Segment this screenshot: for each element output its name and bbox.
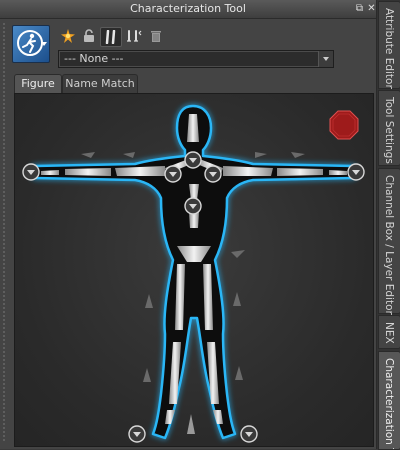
delete-button[interactable] xyxy=(146,27,166,45)
create-character-button[interactable] xyxy=(58,27,78,45)
joint-node xyxy=(184,151,202,169)
joint-node xyxy=(347,163,365,181)
full-body-button[interactable] xyxy=(100,27,122,47)
right-forearm-bone xyxy=(277,168,323,176)
character-dropdown[interactable]: --- None --- xyxy=(58,50,334,68)
tab-name-match[interactable]: Name Match xyxy=(62,74,138,93)
joint-node xyxy=(128,425,146,443)
joint-node xyxy=(22,163,40,181)
left-forearm-bone xyxy=(65,168,111,176)
close-window-icon[interactable]: ✕ xyxy=(366,3,377,14)
joint-node xyxy=(184,197,202,215)
character-dropdown-value: --- None --- xyxy=(64,52,124,65)
window-title: Characterization Tool xyxy=(130,2,246,15)
characterization-tool-window: Characterization Tool ⧉ ✕ --- None --- F… xyxy=(0,0,377,449)
lock-icon xyxy=(84,29,94,42)
side-tab-strip: ✕ Attribute Editor Tool Settings Channel… xyxy=(377,0,400,450)
title-bar[interactable]: Characterization Tool ⧉ ✕ xyxy=(0,0,376,19)
human-ik-logo-icon xyxy=(17,30,43,56)
float-window-icon[interactable]: ⧉ xyxy=(354,3,365,14)
joint-node xyxy=(164,165,182,183)
delete-icon xyxy=(151,31,161,42)
joint-node xyxy=(240,425,258,443)
full-body-icon xyxy=(105,30,116,44)
body-part-button[interactable] xyxy=(124,27,144,45)
side-tab-tool-settings[interactable]: Tool Settings xyxy=(378,90,400,166)
body-part-icon xyxy=(127,30,142,42)
panel-grip[interactable] xyxy=(2,22,7,442)
head-bone xyxy=(187,114,199,142)
logo-dropdown-caret xyxy=(41,42,47,46)
human-ik-logo-button[interactable] xyxy=(12,25,50,63)
lock-button[interactable] xyxy=(79,27,99,45)
side-tab-nex[interactable]: NEX xyxy=(378,315,400,349)
joint-node xyxy=(204,165,222,183)
side-tab-attribute-editor[interactable]: Attribute Editor xyxy=(378,1,400,89)
chevron-down-icon[interactable] xyxy=(318,51,333,67)
character-figure xyxy=(22,104,365,443)
figure-viewport xyxy=(14,93,374,447)
side-tab-channel-box[interactable]: Channel Box / Layer Editor xyxy=(378,168,400,315)
create-character-icon xyxy=(61,29,75,43)
tab-figure[interactable]: Figure xyxy=(14,74,62,93)
side-tab-characterization-tool[interactable]: Characterization Too xyxy=(378,351,400,450)
